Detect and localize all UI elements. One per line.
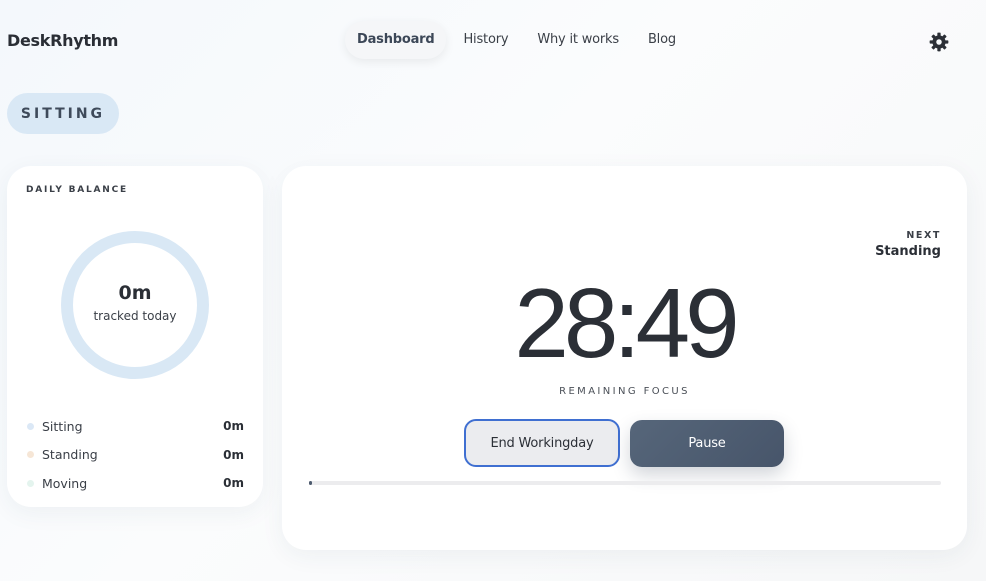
- tracked-total: 0m: [118, 282, 152, 304]
- end-workingday-button[interactable]: End Workingday: [464, 419, 620, 467]
- app-header: DeskRhythm Dashboard History Why it work…: [0, 0, 986, 82]
- countdown-timer: 28:49: [514, 268, 739, 378]
- legend-value: 0m: [223, 476, 244, 491]
- card-title: DAILY BALANCE: [26, 185, 128, 195]
- legend-item-sitting: Sitting 0m: [26, 412, 244, 441]
- focus-progress-bar: [309, 481, 941, 485]
- timer-caption: REMAINING FOCUS: [559, 386, 690, 397]
- progress-fill: [309, 481, 312, 485]
- balance-legend: Sitting 0m Standing 0m Moving 0m: [26, 412, 244, 498]
- nav-item-history[interactable]: History: [451, 21, 520, 59]
- gear-icon[interactable]: [928, 31, 950, 53]
- legend-label: Moving: [42, 475, 88, 491]
- nav-item-why-it-works[interactable]: Why it works: [525, 21, 631, 59]
- pause-button[interactable]: Pause: [630, 420, 784, 467]
- nav-item-blog[interactable]: Blog: [636, 21, 688, 59]
- focus-timer-card: NEXT Standing 28:49 REMAINING FOCUS End …: [282, 166, 967, 550]
- legend-item-moving: Moving 0m: [26, 469, 244, 498]
- legend-label: Sitting: [42, 418, 83, 434]
- next-label: NEXT: [906, 230, 941, 241]
- legend-value: 0m: [223, 419, 244, 434]
- legend-value: 0m: [223, 447, 244, 462]
- balance-ring: [61, 231, 209, 379]
- brand-logo[interactable]: DeskRhythm: [7, 31, 118, 50]
- daily-balance-card: DAILY BALANCE 0m tracked today Sitting 0…: [7, 166, 263, 507]
- sitting-dot-icon: [27, 422, 34, 430]
- next-state: Standing: [875, 244, 941, 259]
- standing-dot-icon: [27, 451, 34, 459]
- legend-item-standing: Standing 0m: [26, 441, 244, 470]
- status-badge: SITTING: [7, 93, 119, 134]
- tracked-label: tracked today: [93, 309, 177, 323]
- main-nav: Dashboard History Why it works Blog: [345, 21, 693, 59]
- legend-label: Standing: [42, 447, 98, 463]
- moving-dot-icon: [27, 479, 34, 487]
- nav-item-dashboard[interactable]: Dashboard: [345, 21, 447, 59]
